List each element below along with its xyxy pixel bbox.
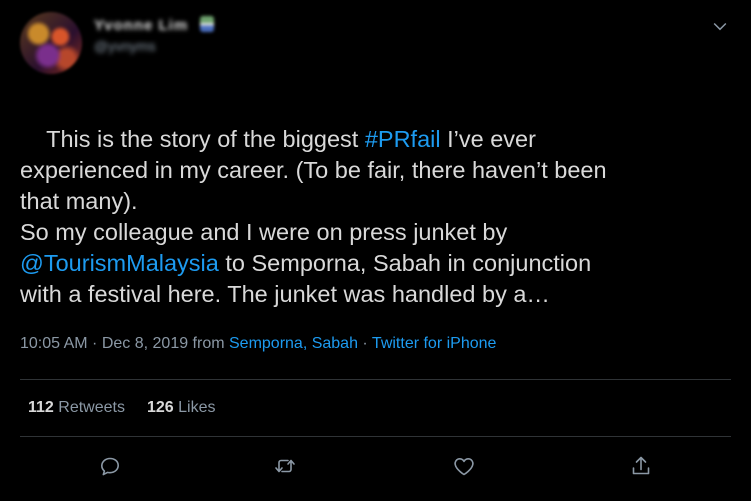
tweet-date[interactable]: Dec 8, 2019 xyxy=(102,335,188,352)
source-link[interactable]: Twitter for iPhone xyxy=(372,335,497,352)
author-handle[interactable]: @yvnyms xyxy=(94,38,156,54)
tweet-time[interactable]: 10:05 AM xyxy=(20,335,88,352)
tweet-meta: 10:05 AM · Dec 8, 2019 from Semporna, Sa… xyxy=(20,335,496,353)
mention-link[interactable]: @TourismMalaysia xyxy=(20,250,219,276)
divider xyxy=(20,436,731,437)
retweets-count: 112 xyxy=(28,399,54,416)
tweet-card: Yvonne Lim @yvnyms This is the story of … xyxy=(0,0,751,501)
tweet-text-segment: This is the story of the biggest xyxy=(46,126,365,152)
retweet-icon[interactable] xyxy=(273,454,297,478)
reply-icon[interactable] xyxy=(98,454,122,478)
meta-from: from xyxy=(188,335,229,352)
chevron-down-icon[interactable] xyxy=(710,16,730,36)
likes-label: Likes xyxy=(178,399,216,416)
share-icon[interactable] xyxy=(629,454,653,478)
heart-icon[interactable] xyxy=(452,454,476,478)
avatar[interactable] xyxy=(20,12,82,74)
author-name[interactable]: Yvonne Lim xyxy=(94,17,188,34)
tweet-stats: 112 Retweets 126 Likes xyxy=(28,399,215,417)
divider xyxy=(20,379,731,380)
meta-separator: · xyxy=(87,335,102,352)
location-link[interactable]: Semporna, Sabah xyxy=(229,335,358,352)
retweets-stat[interactable]: 112 Retweets xyxy=(28,399,125,416)
likes-stat[interactable]: 126 Likes xyxy=(147,399,216,416)
tweet-text: This is the story of the biggest #PRfail… xyxy=(20,93,735,341)
retweets-label: Retweets xyxy=(58,399,125,416)
hashtag-link[interactable]: #PRfail xyxy=(365,126,441,152)
meta-separator: · xyxy=(357,335,372,352)
flag-emoji xyxy=(200,16,214,32)
likes-count: 126 xyxy=(146,399,174,416)
